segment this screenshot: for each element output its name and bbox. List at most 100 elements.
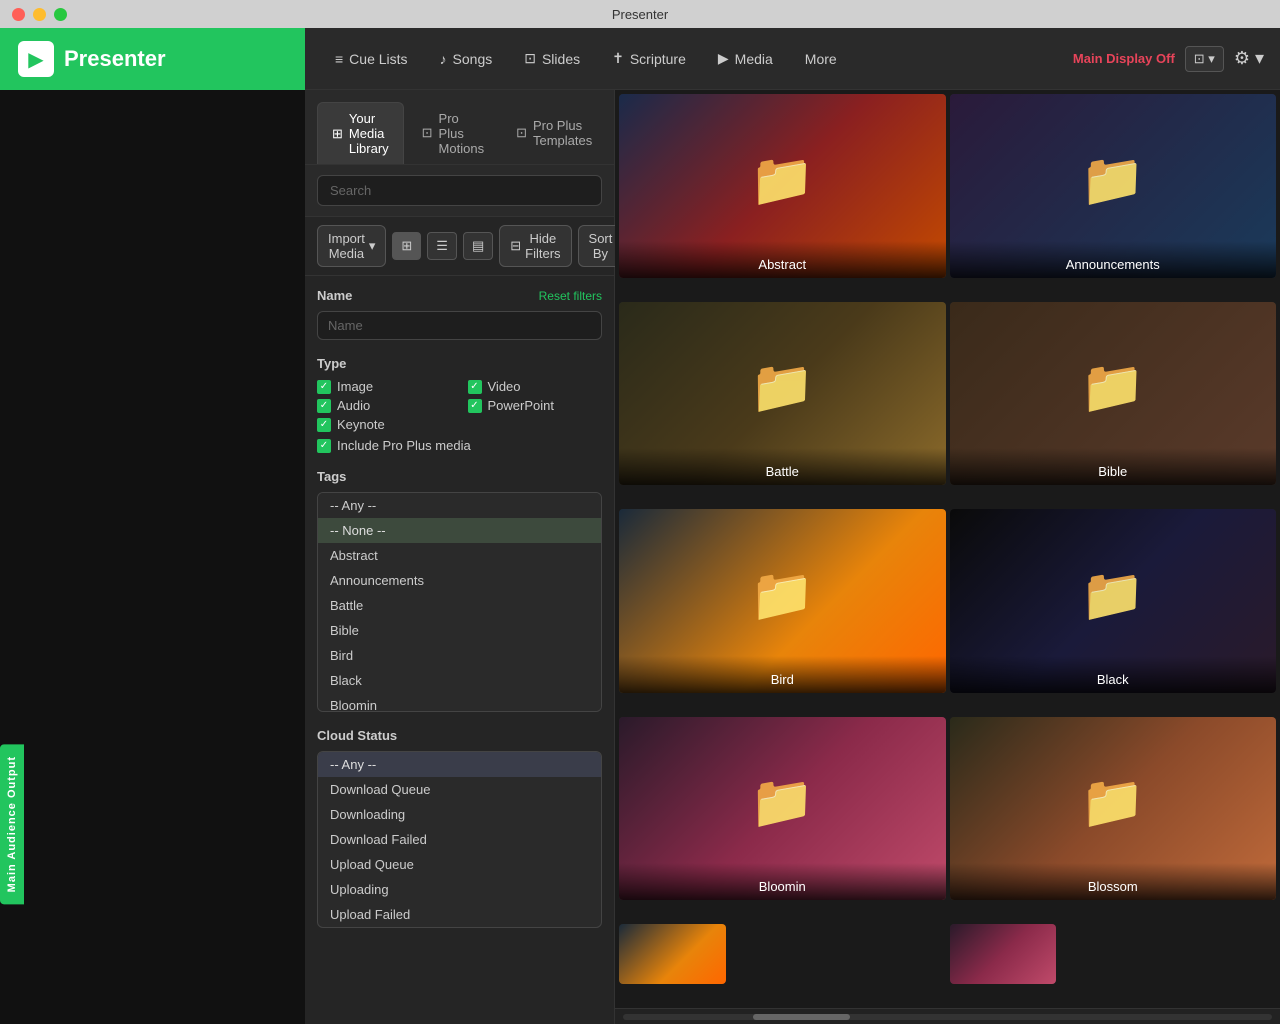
minimize-button[interactable] bbox=[33, 8, 46, 21]
media-tile-black[interactable]: 📁 Black bbox=[950, 509, 1277, 693]
tag-none[interactable]: -- None -- bbox=[318, 518, 601, 543]
media-tile-bible[interactable]: 📁 Bible bbox=[950, 302, 1277, 486]
scroll-track[interactable] bbox=[623, 1014, 1272, 1020]
media-tile-abstract[interactable]: 📁 Abstract bbox=[619, 94, 946, 278]
image-checkbox[interactable]: ✓ bbox=[317, 380, 331, 394]
sidebar-item-more[interactable]: More bbox=[791, 43, 851, 75]
tag-black[interactable]: Black bbox=[318, 668, 601, 693]
tile-label-bible: Bible bbox=[950, 448, 1277, 485]
video-checkbox[interactable]: ✓ bbox=[468, 380, 482, 394]
folder-icon-black: 📁 bbox=[1080, 564, 1145, 625]
nav-label-cue-lists: Cue Lists bbox=[349, 51, 407, 67]
left-panel: ⊞ Your Media Library ⊡ Pro Plus Motions … bbox=[305, 90, 615, 1024]
title-bar: Presenter bbox=[0, 0, 1280, 28]
cloud-uploading[interactable]: Uploading bbox=[318, 877, 601, 902]
sidebar-item-cue-lists[interactable]: ≡ Cue Lists bbox=[321, 43, 422, 75]
side-output-tab[interactable]: Main Audience Output bbox=[0, 744, 24, 904]
cloud-download-failed[interactable]: Download Failed bbox=[318, 827, 601, 852]
filter-label: Hide Filters bbox=[525, 231, 560, 261]
tag-any[interactable]: -- Any -- bbox=[318, 493, 601, 518]
hide-filters-button[interactable]: ⊟ Hide Filters bbox=[499, 225, 571, 267]
sidebar-item-scripture[interactable]: ✝ Scripture bbox=[598, 42, 700, 75]
type-image[interactable]: ✓ Image bbox=[317, 379, 452, 394]
reset-filters-link[interactable]: Reset filters bbox=[539, 289, 602, 303]
scripture-icon: ✝ bbox=[612, 50, 624, 67]
include-pro-plus-row[interactable]: ✓ Include Pro Plus media bbox=[317, 438, 602, 453]
media-tile-partial-2[interactable] bbox=[950, 924, 1057, 984]
media-tile-bird[interactable]: 📁 Bird bbox=[619, 509, 946, 693]
window-controls[interactable] bbox=[12, 8, 67, 21]
main-content: ≡ Cue Lists ♪ Songs ⊡ Slides ✝ Scripture… bbox=[305, 28, 1280, 1024]
name-filter-label: Name Reset filters bbox=[317, 288, 602, 303]
cloud-upload-failed[interactable]: Upload Failed bbox=[318, 902, 601, 927]
brand-area: ▶ Presenter bbox=[0, 28, 305, 90]
tab-pro-motions-icon: ⊡ bbox=[422, 125, 433, 141]
bottom-scrollbar bbox=[615, 1008, 1280, 1024]
search-input[interactable] bbox=[317, 175, 602, 206]
type-keynote[interactable]: ✓ Keynote bbox=[317, 417, 452, 432]
media-tile-blossom[interactable]: 📁 Blossom bbox=[950, 717, 1277, 901]
cloud-status-list: -- Any -- Download Queue Downloading Dow… bbox=[317, 751, 602, 928]
import-media-button[interactable]: Import Media ▾ bbox=[317, 225, 386, 267]
tag-battle[interactable]: Battle bbox=[318, 593, 601, 618]
name-filter-input[interactable] bbox=[317, 311, 602, 340]
tag-bird[interactable]: Bird bbox=[318, 643, 601, 668]
tag-bible[interactable]: Bible bbox=[318, 618, 601, 643]
media-icon: ▶ bbox=[718, 50, 729, 67]
monitor-button[interactable]: ⊡ ▾ bbox=[1185, 46, 1224, 72]
powerpoint-checkbox[interactable]: ✓ bbox=[468, 399, 482, 413]
tag-bloomin[interactable]: Bloomin bbox=[318, 693, 601, 712]
maximize-button[interactable] bbox=[54, 8, 67, 21]
type-filter-label: Type bbox=[317, 356, 602, 371]
filter-icon: ⊟ bbox=[510, 238, 521, 254]
tags-filter-section: Tags -- Any -- -- None -- Abstract Annou… bbox=[317, 469, 602, 712]
toolbar: Import Media ▾ ⊞ ☰ ▤ ⊟ Hide Filters Sort… bbox=[305, 217, 614, 276]
tab-pro-plus-motions[interactable]: ⊡ Pro Plus Motions bbox=[408, 102, 498, 164]
tile-label-blossom: Blossom bbox=[950, 863, 1277, 900]
type-video[interactable]: ✓ Video bbox=[468, 379, 603, 394]
folder-icon-abstract: 📁 bbox=[750, 149, 815, 210]
tab-your-media[interactable]: ⊞ Your Media Library bbox=[317, 102, 404, 164]
type-grid: ✓ Image ✓ Video ✓ Audio bbox=[317, 379, 602, 432]
cloud-status-label: Cloud Status bbox=[317, 728, 602, 743]
tabs-row: ⊞ Your Media Library ⊡ Pro Plus Motions … bbox=[305, 90, 614, 165]
tab-your-media-label: Your Media Library bbox=[349, 111, 389, 156]
keynote-checkbox[interactable]: ✓ bbox=[317, 418, 331, 432]
scroll-thumb[interactable] bbox=[753, 1014, 850, 1020]
sidebar-item-slides[interactable]: ⊡ Slides bbox=[510, 42, 594, 75]
type-powerpoint[interactable]: ✓ PowerPoint bbox=[468, 398, 603, 413]
view-list-button[interactable]: ☰ bbox=[427, 232, 457, 260]
sidebar-item-media[interactable]: ▶ Media bbox=[704, 42, 787, 75]
brand-icon: ▶ bbox=[18, 41, 54, 77]
tab-pro-plus-templates[interactable]: ⊡ Pro Plus Templates bbox=[502, 102, 606, 164]
cloud-downloading[interactable]: Downloading bbox=[318, 802, 601, 827]
folder-icon-bird: 📁 bbox=[750, 564, 815, 625]
cue-lists-icon: ≡ bbox=[335, 51, 343, 67]
type-filter-section: Type ✓ Image ✓ Video bbox=[317, 356, 602, 453]
tile-label-announcements: Announcements bbox=[950, 241, 1277, 278]
cloud-upload-queue[interactable]: Upload Queue bbox=[318, 852, 601, 877]
cloud-download-queue[interactable]: Download Queue bbox=[318, 777, 601, 802]
tag-announcements[interactable]: Announcements bbox=[318, 568, 601, 593]
folder-icon-announcements: 📁 bbox=[1080, 149, 1145, 210]
media-tile-partial-1[interactable] bbox=[619, 924, 726, 984]
media-grid-area: 📁 Abstract 📁 Announcements 📁 Battle bbox=[615, 90, 1280, 1024]
sidebar-item-songs[interactable]: ♪ Songs bbox=[426, 43, 507, 75]
type-audio[interactable]: ✓ Audio bbox=[317, 398, 452, 413]
media-tile-bloomin[interactable]: 📁 Bloomin bbox=[619, 717, 946, 901]
sort-label: Sort By bbox=[589, 231, 613, 261]
media-tile-announcements[interactable]: 📁 Announcements bbox=[950, 94, 1277, 278]
tile-label-black: Black bbox=[950, 656, 1277, 693]
cloud-any[interactable]: -- Any -- bbox=[318, 752, 601, 777]
close-button[interactable] bbox=[12, 8, 25, 21]
main-display-off[interactable]: Main Display Off bbox=[1073, 51, 1175, 66]
include-pro-plus-checkbox[interactable]: ✓ bbox=[317, 439, 331, 453]
tile-label-bird: Bird bbox=[619, 656, 946, 693]
view-grid-button[interactable]: ⊞ bbox=[392, 232, 421, 260]
tile-bg-partial2 bbox=[950, 924, 1057, 984]
media-tile-battle[interactable]: 📁 Battle bbox=[619, 302, 946, 486]
settings-button[interactable]: ⚙ ▾ bbox=[1234, 48, 1264, 69]
tag-abstract[interactable]: Abstract bbox=[318, 543, 601, 568]
view-detail-button[interactable]: ▤ bbox=[463, 232, 493, 260]
audio-checkbox[interactable]: ✓ bbox=[317, 399, 331, 413]
